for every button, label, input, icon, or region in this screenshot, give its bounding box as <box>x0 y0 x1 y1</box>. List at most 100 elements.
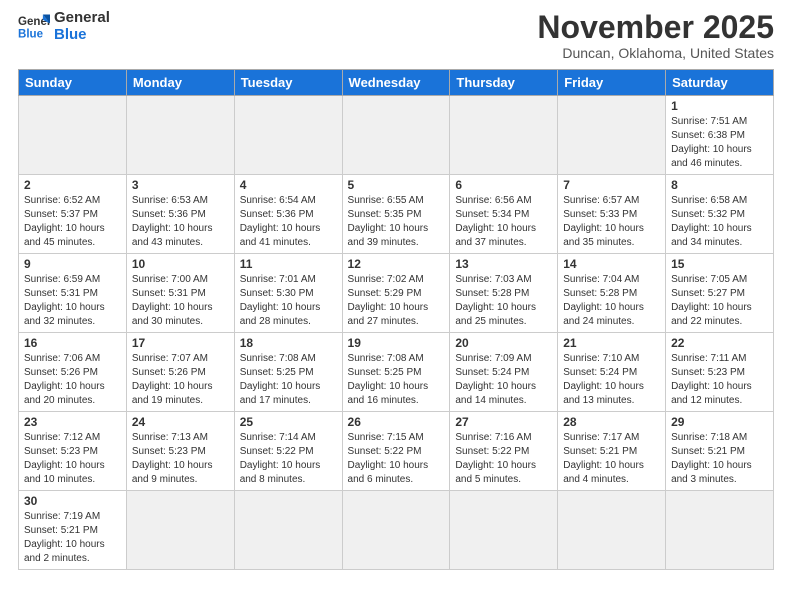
day-number: 9 <box>24 257 121 271</box>
day-cell: 24 Sunrise: 7:13 AM Sunset: 5:23 PM Dayli… <box>126 412 234 491</box>
page: General Blue General Blue November 2025 … <box>0 0 792 580</box>
day-info: Sunrise: 7:13 AM Sunset: 5:23 PM Dayligh… <box>132 431 229 487</box>
day-number: 2 <box>24 178 121 192</box>
logo: General Blue General Blue <box>18 10 110 43</box>
day-cell <box>666 491 774 570</box>
day-cell: 29Sunrise: 7:18 AM Sunset: 5:21 PM Dayli… <box>666 412 774 491</box>
day-cell: 27 Sunrise: 7:16 AM Sunset: 5:22 PM Dayli… <box>450 412 558 491</box>
day-number: 28 <box>563 415 660 429</box>
week-row-2: 9 Sunrise: 6:59 AM Sunset: 5:31 PM Daylig… <box>19 254 774 333</box>
svg-text:Blue: Blue <box>18 28 44 40</box>
day-info: Sunrise: 6:52 AM Sunset: 5:37 PM Dayligh… <box>24 194 121 250</box>
week-row-1: 2 Sunrise: 6:52 AM Sunset: 5:37 PM Daylig… <box>19 175 774 254</box>
weekday-header-row: SundayMondayTuesdayWednesdayThursdayFrid… <box>19 70 774 96</box>
day-info: Sunrise: 7:12 AM Sunset: 5:23 PM Dayligh… <box>24 431 121 487</box>
day-number: 24 <box>132 415 229 429</box>
weekday-header-sunday: Sunday <box>19 70 127 96</box>
day-number: 8 <box>671 178 768 192</box>
logo-text-general: General <box>54 10 110 27</box>
day-number: 18 <box>240 336 337 350</box>
day-cell: 14 Sunrise: 7:04 AM Sunset: 5:28 PM Dayli… <box>558 254 666 333</box>
day-cell: 22 Sunrise: 7:11 AM Sunset: 5:23 PM Dayli… <box>666 333 774 412</box>
day-info: Sunrise: 6:53 AM Sunset: 5:36 PM Dayligh… <box>132 194 229 250</box>
day-number: 7 <box>563 178 660 192</box>
day-cell: 17Sunrise: 7:07 AM Sunset: 5:26 PM Dayli… <box>126 333 234 412</box>
day-info: Sunrise: 7:08 AM Sunset: 5:25 PM Dayligh… <box>240 352 337 408</box>
day-number: 4 <box>240 178 337 192</box>
day-cell <box>342 491 450 570</box>
day-cell <box>234 96 342 175</box>
day-info: Sunrise: 7:18 AM Sunset: 5:21 PM Dayligh… <box>671 431 768 487</box>
day-number: 21 <box>563 336 660 350</box>
day-cell: 4 Sunrise: 6:54 AM Sunset: 5:36 PM Daylig… <box>234 175 342 254</box>
day-cell: 11Sunrise: 7:01 AM Sunset: 5:30 PM Dayli… <box>234 254 342 333</box>
day-info: Sunrise: 6:57 AM Sunset: 5:33 PM Dayligh… <box>563 194 660 250</box>
calendar-table: SundayMondayTuesdayWednesdayThursdayFrid… <box>18 69 774 570</box>
day-number: 26 <box>348 415 445 429</box>
logo-text-blue: Blue <box>54 27 110 44</box>
day-info: Sunrise: 6:55 AM Sunset: 5:35 PM Dayligh… <box>348 194 445 250</box>
header: General Blue General Blue November 2025 … <box>18 10 774 61</box>
day-number: 13 <box>455 257 552 271</box>
day-cell <box>450 96 558 175</box>
day-number: 22 <box>671 336 768 350</box>
day-info: Sunrise: 7:51 AM Sunset: 6:38 PM Dayligh… <box>671 115 768 171</box>
week-row-5: 30Sunrise: 7:19 AM Sunset: 5:21 PM Dayli… <box>19 491 774 570</box>
day-number: 16 <box>24 336 121 350</box>
day-number: 10 <box>132 257 229 271</box>
week-row-4: 23Sunrise: 7:12 AM Sunset: 5:23 PM Dayli… <box>19 412 774 491</box>
day-info: Sunrise: 7:10 AM Sunset: 5:24 PM Dayligh… <box>563 352 660 408</box>
weekday-header-friday: Friday <box>558 70 666 96</box>
day-cell: 13 Sunrise: 7:03 AM Sunset: 5:28 PM Dayli… <box>450 254 558 333</box>
day-info: Sunrise: 7:01 AM Sunset: 5:30 PM Dayligh… <box>240 273 337 329</box>
day-cell: 19 Sunrise: 7:08 AM Sunset: 5:25 PM Dayli… <box>342 333 450 412</box>
day-info: Sunrise: 7:07 AM Sunset: 5:26 PM Dayligh… <box>132 352 229 408</box>
day-cell: 21 Sunrise: 7:10 AM Sunset: 5:24 PM Dayli… <box>558 333 666 412</box>
day-cell <box>558 491 666 570</box>
weekday-header-tuesday: Tuesday <box>234 70 342 96</box>
day-info: Sunrise: 7:16 AM Sunset: 5:22 PM Dayligh… <box>455 431 552 487</box>
weekday-header-saturday: Saturday <box>666 70 774 96</box>
day-cell <box>558 96 666 175</box>
day-info: Sunrise: 7:02 AM Sunset: 5:29 PM Dayligh… <box>348 273 445 329</box>
day-info: Sunrise: 7:08 AM Sunset: 5:25 PM Dayligh… <box>348 352 445 408</box>
weekday-header-thursday: Thursday <box>450 70 558 96</box>
day-number: 6 <box>455 178 552 192</box>
day-cell: 23Sunrise: 7:12 AM Sunset: 5:23 PM Dayli… <box>19 412 127 491</box>
day-info: Sunrise: 7:03 AM Sunset: 5:28 PM Dayligh… <box>455 273 552 329</box>
day-info: Sunrise: 7:17 AM Sunset: 5:21 PM Dayligh… <box>563 431 660 487</box>
day-cell: 12 Sunrise: 7:02 AM Sunset: 5:29 PM Dayli… <box>342 254 450 333</box>
day-cell: 18 Sunrise: 7:08 AM Sunset: 5:25 PM Dayli… <box>234 333 342 412</box>
day-info: Sunrise: 7:04 AM Sunset: 5:28 PM Dayligh… <box>563 273 660 329</box>
day-info: Sunrise: 7:19 AM Sunset: 5:21 PM Dayligh… <box>24 510 121 566</box>
day-cell: 28 Sunrise: 7:17 AM Sunset: 5:21 PM Dayli… <box>558 412 666 491</box>
day-info: Sunrise: 6:54 AM Sunset: 5:36 PM Dayligh… <box>240 194 337 250</box>
day-info: Sunrise: 7:11 AM Sunset: 5:23 PM Dayligh… <box>671 352 768 408</box>
weekday-header-wednesday: Wednesday <box>342 70 450 96</box>
day-cell <box>450 491 558 570</box>
day-cell: 20 Sunrise: 7:09 AM Sunset: 5:24 PM Dayli… <box>450 333 558 412</box>
day-cell <box>126 96 234 175</box>
day-number: 14 <box>563 257 660 271</box>
weekday-header-monday: Monday <box>126 70 234 96</box>
day-info: Sunrise: 7:14 AM Sunset: 5:22 PM Dayligh… <box>240 431 337 487</box>
day-cell: 3Sunrise: 6:53 AM Sunset: 5:36 PM Daylig… <box>126 175 234 254</box>
week-row-3: 16Sunrise: 7:06 AM Sunset: 5:26 PM Dayli… <box>19 333 774 412</box>
day-cell: 16Sunrise: 7:06 AM Sunset: 5:26 PM Dayli… <box>19 333 127 412</box>
day-cell <box>126 491 234 570</box>
day-cell: 26 Sunrise: 7:15 AM Sunset: 5:22 PM Dayli… <box>342 412 450 491</box>
day-number: 27 <box>455 415 552 429</box>
day-number: 12 <box>348 257 445 271</box>
day-info: Sunrise: 7:05 AM Sunset: 5:27 PM Dayligh… <box>671 273 768 329</box>
day-cell: 6 Sunrise: 6:56 AM Sunset: 5:34 PM Daylig… <box>450 175 558 254</box>
day-cell <box>234 491 342 570</box>
day-cell: 1Sunrise: 7:51 AM Sunset: 6:38 PM Daylig… <box>666 96 774 175</box>
week-row-0: 1Sunrise: 7:51 AM Sunset: 6:38 PM Daylig… <box>19 96 774 175</box>
day-number: 19 <box>348 336 445 350</box>
logo-icon: General Blue <box>18 11 50 43</box>
day-info: Sunrise: 6:59 AM Sunset: 5:31 PM Dayligh… <box>24 273 121 329</box>
day-info: Sunrise: 7:09 AM Sunset: 5:24 PM Dayligh… <box>455 352 552 408</box>
day-info: Sunrise: 6:56 AM Sunset: 5:34 PM Dayligh… <box>455 194 552 250</box>
day-number: 20 <box>455 336 552 350</box>
day-info: Sunrise: 7:15 AM Sunset: 5:22 PM Dayligh… <box>348 431 445 487</box>
